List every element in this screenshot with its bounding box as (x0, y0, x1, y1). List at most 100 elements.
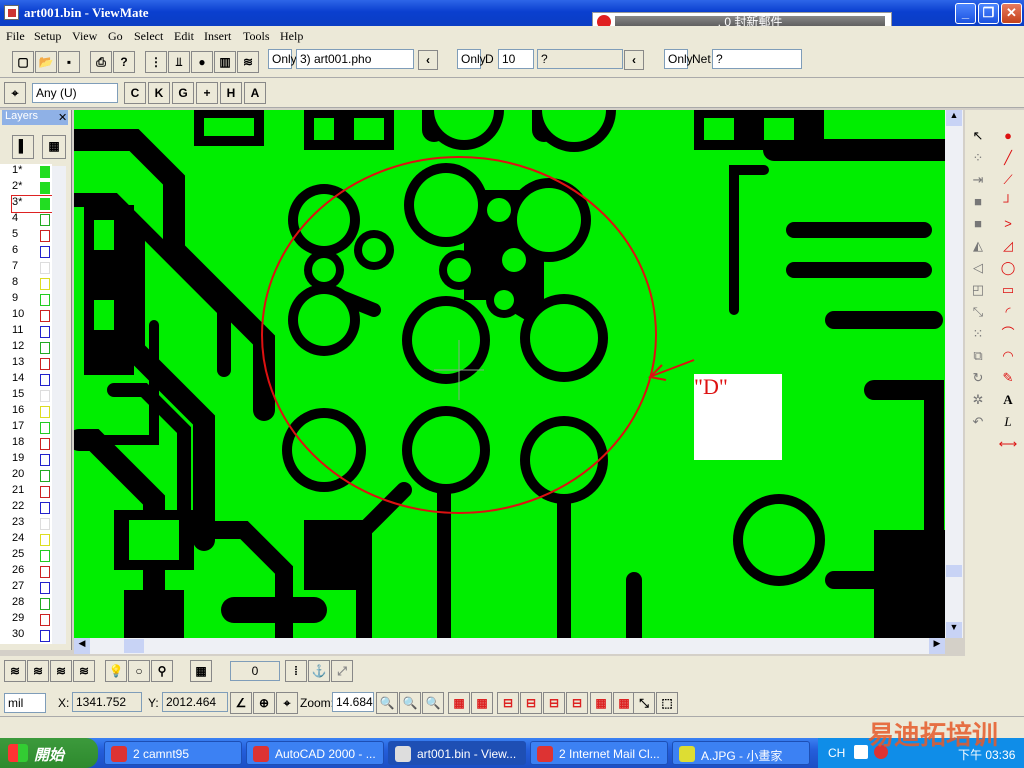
text-icon[interactable]: A (998, 390, 1018, 410)
wedge-icon[interactable]: ◁ (968, 258, 988, 278)
layer-color-swatch[interactable] (40, 422, 50, 434)
tray-icon-1[interactable] (854, 745, 868, 759)
layer-list-scrollbar[interactable] (52, 166, 66, 644)
tool-a-icon[interactable]: ⋮ (145, 51, 167, 73)
bulb-off-icon[interactable]: ○ (128, 660, 150, 682)
scroll-down-icon[interactable]: ▼ (946, 622, 962, 638)
line-icon[interactable]: ╱ (998, 148, 1018, 168)
zoom-input[interactable]: 14.684 (332, 692, 374, 712)
task-camnt95[interactable]: 2 camnt95 (104, 741, 242, 765)
d-code-field[interactable]: ? (537, 49, 623, 69)
layer-row[interactable]: 8 (12, 276, 52, 292)
grid-table-icon[interactable]: ▦ (190, 660, 212, 682)
tool-letter-a[interactable]: A (244, 82, 266, 104)
italic-text-icon[interactable]: L (998, 412, 1018, 432)
layer-tool-4-icon[interactable]: ≋ (73, 660, 95, 682)
layer-color-swatch[interactable] (40, 230, 50, 242)
layer-color-swatch[interactable] (40, 278, 50, 290)
open-folder-icon[interactable]: 📂 (35, 51, 57, 73)
layer-row[interactable]: 24 (12, 532, 52, 548)
layer-tool-2-icon[interactable]: ≋ (27, 660, 49, 682)
layer-row[interactable]: 21 (12, 484, 52, 500)
minimize-button[interactable]: _ (955, 3, 976, 24)
layer-color-swatch[interactable] (40, 406, 50, 418)
layer-color-swatch[interactable] (40, 198, 50, 210)
layers-grid-icon[interactable]: ▦ (42, 135, 66, 159)
layer-color-swatch[interactable] (40, 214, 50, 226)
triangle-icon[interactable]: ◭ (968, 236, 988, 256)
layer-row[interactable]: 29 (12, 612, 52, 628)
chevron-icon[interactable]: > (998, 214, 1018, 234)
tool-c-icon[interactable]: ● (191, 51, 213, 73)
pcb-canvas[interactable]: "D" (74, 110, 945, 638)
layers-prev-icon[interactable]: ▌ (12, 135, 34, 159)
layer-color-swatch[interactable] (40, 310, 50, 322)
rectangle-icon[interactable]: ▭ (998, 280, 1018, 300)
dimension-icon[interactable]: ⟷ (998, 434, 1018, 454)
task-autocad[interactable]: AutoCAD 2000 - ... (246, 741, 384, 765)
shape-icon[interactable]: ◰ (968, 280, 988, 300)
scale-icon[interactable]: ⤢ (331, 660, 353, 682)
gear-icon[interactable]: ✲ (968, 390, 988, 410)
layer-color-swatch[interactable] (40, 454, 50, 466)
save-icon[interactable]: ▪ (58, 51, 80, 73)
layer-color-swatch[interactable] (40, 470, 50, 482)
help-icon[interactable]: ? (113, 51, 135, 73)
marker-icon[interactable]: ⚲ (151, 660, 173, 682)
menu-tools[interactable]: Tools (243, 29, 270, 44)
zoom-fit-icon[interactable]: ▦ (471, 692, 493, 714)
layer-tool-3-icon[interactable]: ≋ (50, 660, 72, 682)
tool-letter-g[interactable]: G (172, 82, 194, 104)
canvas-horizontal-scrollbar[interactable]: ◀ ▶ (74, 638, 945, 654)
measure-icon[interactable]: ⤡ (633, 692, 655, 714)
tool-b-icon[interactable]: ⫫ (168, 51, 190, 73)
layer-color-swatch[interactable] (40, 438, 50, 450)
tool-d-icon[interactable]: ▥ (214, 51, 236, 73)
filter-select[interactable]: Any (U) (32, 83, 118, 103)
layer-row[interactable]: 23 (12, 516, 52, 532)
task-internet-mail[interactable]: 2 Internet Mail Cl... (530, 741, 668, 765)
layers-close-icon[interactable]: ✕ (58, 111, 67, 124)
only-net-button[interactable]: Only (664, 49, 693, 69)
layer-row[interactable]: 27 (12, 580, 52, 596)
pan-left-icon[interactable]: ⊟ (497, 692, 519, 714)
stretch-icon[interactable]: ⤡ (968, 302, 988, 322)
layer-color-swatch[interactable] (40, 358, 50, 370)
layer-row[interactable]: 12 (12, 340, 52, 356)
counter-field[interactable]: 0 (230, 661, 280, 681)
language-indicator[interactable]: CH (828, 746, 845, 760)
menu-help[interactable]: Help (280, 29, 303, 44)
layer-color-swatch[interactable] (40, 294, 50, 306)
refresh-icon[interactable]: ▦ (613, 692, 635, 714)
arc-icon[interactable]: ◜ (998, 302, 1018, 322)
layer-color-swatch[interactable] (40, 374, 50, 386)
unit-select[interactable]: mil (4, 693, 46, 713)
layer-color-swatch[interactable] (40, 262, 50, 274)
pan-up-icon[interactable]: ⊟ (543, 692, 565, 714)
pan-down-icon[interactable]: ⊟ (566, 692, 588, 714)
layer-row[interactable]: 20 (12, 468, 52, 484)
polyline-icon[interactable]: ⟋ (998, 170, 1018, 190)
layer-color-swatch[interactable] (40, 166, 50, 178)
layer-tool-1-icon[interactable]: ≋ (4, 660, 26, 682)
zoom-in-icon[interactable]: 🔍 (376, 692, 398, 714)
print-icon[interactable]: ⎙ (90, 51, 112, 73)
layer-row[interactable]: 13 (12, 356, 52, 372)
layer-color-swatch[interactable] (40, 486, 50, 498)
scroll-up-icon[interactable]: ▲ (946, 110, 962, 126)
layer-color-swatch[interactable] (40, 550, 50, 562)
dot-icon[interactable]: ● (998, 126, 1018, 146)
redraw-icon[interactable]: ▦ (590, 692, 612, 714)
corner-icon[interactable]: ┘ (998, 192, 1018, 212)
select-mode-icon[interactable]: ⌖ (4, 82, 26, 104)
grid-dots-icon[interactable]: ⁞ (285, 660, 307, 682)
menu-insert[interactable]: Insert (204, 29, 231, 44)
layer-row[interactable]: 18 (12, 436, 52, 452)
rotate-icon[interactable]: ↻ (968, 368, 988, 388)
menu-file[interactable]: File (6, 29, 25, 44)
layer-row[interactable]: 28 (12, 596, 52, 612)
block-icon[interactable]: ■ (968, 214, 988, 234)
layer-row[interactable]: 9 (12, 292, 52, 308)
pan-right-icon[interactable]: ⊟ (520, 692, 542, 714)
layer-color-swatch[interactable] (40, 598, 50, 610)
